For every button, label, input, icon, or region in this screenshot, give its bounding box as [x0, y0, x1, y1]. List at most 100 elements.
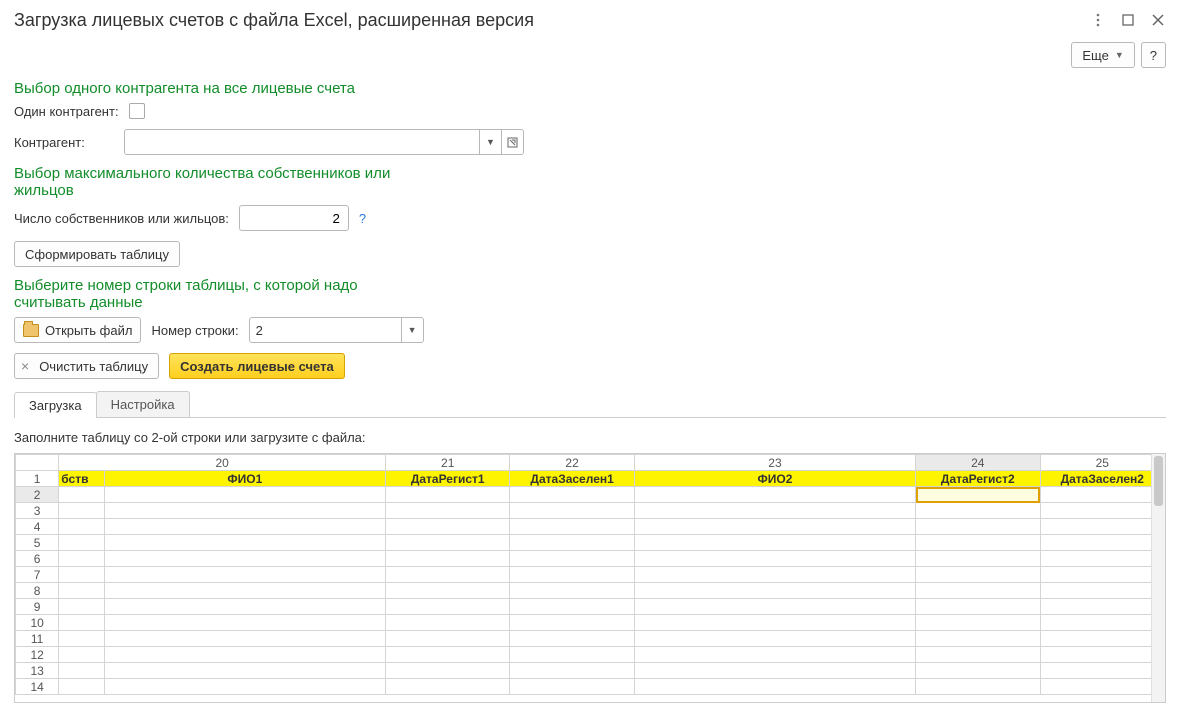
- grid-cell[interactable]: [386, 567, 510, 583]
- grid-cell[interactable]: [386, 551, 510, 567]
- grid-cell[interactable]: [104, 631, 385, 647]
- grid-cell[interactable]: [510, 551, 634, 567]
- grid-cell[interactable]: [386, 631, 510, 647]
- grid-cell[interactable]: [510, 647, 634, 663]
- row-number[interactable]: 7: [16, 567, 59, 583]
- row-number[interactable]: 2: [16, 487, 59, 503]
- grid-cell[interactable]: [59, 535, 104, 551]
- column-header[interactable]: ДатаРегист1: [386, 471, 510, 487]
- grid-cell[interactable]: [59, 503, 104, 519]
- grid-cell[interactable]: [104, 551, 385, 567]
- maximize-icon[interactable]: [1120, 12, 1136, 28]
- grid-cell[interactable]: [634, 615, 915, 631]
- grid-cell[interactable]: [104, 503, 385, 519]
- grid-cell[interactable]: [634, 583, 915, 599]
- grid-cell[interactable]: [634, 503, 915, 519]
- grid-cell[interactable]: [634, 631, 915, 647]
- grid-cell[interactable]: [386, 615, 510, 631]
- col-number[interactable]: 24: [916, 455, 1040, 471]
- grid-cell[interactable]: [104, 615, 385, 631]
- grid-cell[interactable]: [1040, 647, 1165, 663]
- grid-cell[interactable]: [59, 679, 104, 695]
- grid-cell[interactable]: [916, 567, 1040, 583]
- grid-cell[interactable]: [916, 631, 1040, 647]
- row-num-dropdown-icon[interactable]: ▼: [401, 318, 423, 342]
- grid-cell[interactable]: [104, 583, 385, 599]
- grid-cell[interactable]: [634, 567, 915, 583]
- grid-cell[interactable]: [59, 583, 104, 599]
- open-file-button[interactable]: Открыть файл: [14, 317, 141, 343]
- grid-cell[interactable]: [104, 535, 385, 551]
- row-number[interactable]: 14: [16, 679, 59, 695]
- row-number[interactable]: 10: [16, 615, 59, 631]
- grid-cell[interactable]: [386, 519, 510, 535]
- grid-cell[interactable]: [510, 583, 634, 599]
- grid-cell[interactable]: [916, 503, 1040, 519]
- grid-cell[interactable]: [104, 663, 385, 679]
- grid-cell[interactable]: [59, 567, 104, 583]
- counterparty-combo[interactable]: ▼: [124, 129, 524, 155]
- grid-cell[interactable]: [386, 503, 510, 519]
- grid-cell[interactable]: [510, 599, 634, 615]
- grid-cell[interactable]: [916, 583, 1040, 599]
- grid-cell[interactable]: [1040, 519, 1165, 535]
- grid-cell[interactable]: [634, 551, 915, 567]
- grid-cell[interactable]: [916, 615, 1040, 631]
- grid-cell[interactable]: [1040, 679, 1165, 695]
- single-counterparty-checkbox[interactable]: [129, 103, 145, 119]
- grid-cell[interactable]: [510, 679, 634, 695]
- grid-cell[interactable]: [916, 519, 1040, 535]
- grid-cell[interactable]: [1040, 503, 1165, 519]
- grid-cell[interactable]: [104, 647, 385, 663]
- col-number[interactable]: 23: [634, 455, 915, 471]
- grid-cell[interactable]: [386, 647, 510, 663]
- col-number[interactable]: 21: [386, 455, 510, 471]
- create-accounts-button[interactable]: Создать лицевые счета: [169, 353, 345, 379]
- grid-cell[interactable]: [634, 519, 915, 535]
- grid-cell[interactable]: [1040, 631, 1165, 647]
- grid-cell[interactable]: [916, 535, 1040, 551]
- grid-cell[interactable]: [1040, 615, 1165, 631]
- more-button[interactable]: Еще ▼: [1071, 42, 1134, 68]
- grid-cell[interactable]: [104, 519, 385, 535]
- row-number[interactable]: 11: [16, 631, 59, 647]
- grid-cell[interactable]: [634, 647, 915, 663]
- grid-cell[interactable]: [1040, 567, 1165, 583]
- grid-cell[interactable]: [1040, 535, 1165, 551]
- form-table-button[interactable]: Сформировать таблицу: [14, 241, 180, 267]
- grid-cell[interactable]: [59, 663, 104, 679]
- grid-cell[interactable]: [510, 503, 634, 519]
- num-owners-input[interactable]: [239, 205, 349, 231]
- grid-cell[interactable]: [634, 599, 915, 615]
- help-button[interactable]: ?: [1141, 42, 1166, 68]
- tab-settings[interactable]: Настройка: [96, 391, 190, 417]
- grid-cell[interactable]: [386, 599, 510, 615]
- col-number[interactable]: 25: [1040, 455, 1165, 471]
- grid-cell[interactable]: [510, 535, 634, 551]
- grid-cell[interactable]: [916, 551, 1040, 567]
- grid-corner[interactable]: [16, 455, 59, 471]
- help-icon[interactable]: ?: [359, 211, 366, 226]
- spreadsheet[interactable]: 2021222324251бствФИО1ДатаРегист1ДатаЗасе…: [14, 453, 1166, 703]
- grid-cell[interactable]: [510, 487, 634, 503]
- grid-cell[interactable]: [1040, 551, 1165, 567]
- grid-cell[interactable]: [386, 663, 510, 679]
- grid-cell[interactable]: [59, 519, 104, 535]
- column-header[interactable]: ДатаЗаселен1: [510, 471, 634, 487]
- row-number[interactable]: 12: [16, 647, 59, 663]
- grid-scroll-thumb[interactable]: [1154, 456, 1163, 506]
- column-header[interactable]: ДатаРегист2: [916, 471, 1040, 487]
- grid-cell[interactable]: [510, 631, 634, 647]
- grid-cell[interactable]: [510, 663, 634, 679]
- row-number[interactable]: 9: [16, 599, 59, 615]
- grid-cell[interactable]: [59, 487, 104, 503]
- grid-cell[interactable]: [916, 647, 1040, 663]
- grid-cell[interactable]: [1040, 663, 1165, 679]
- grid-scrollbar[interactable]: [1151, 454, 1165, 702]
- grid-cell[interactable]: [104, 567, 385, 583]
- grid-cell[interactable]: [59, 599, 104, 615]
- tab-load[interactable]: Загрузка: [14, 392, 97, 418]
- grid-cell[interactable]: [104, 487, 385, 503]
- grid-cell[interactable]: [386, 583, 510, 599]
- grid-cell[interactable]: [59, 615, 104, 631]
